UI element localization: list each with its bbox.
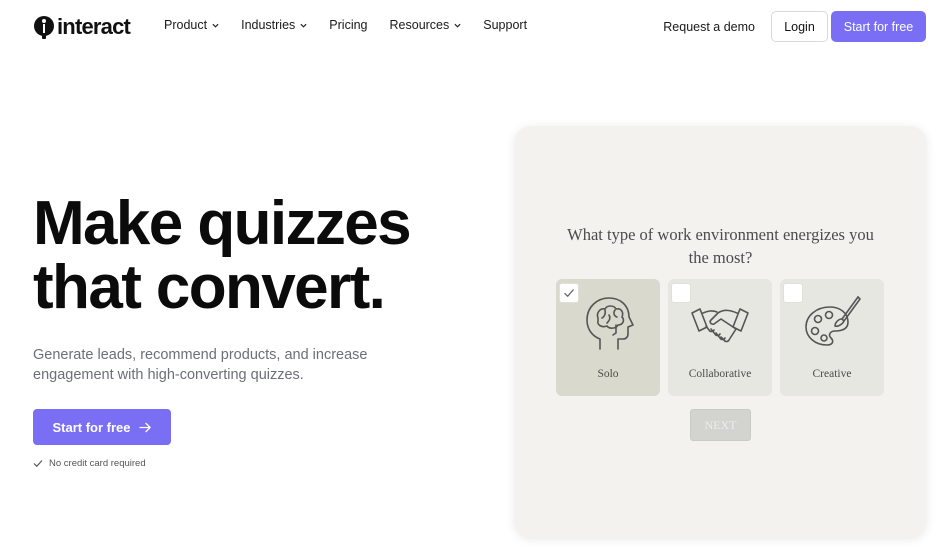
quiz-options: Solo Collaborative Creative (556, 279, 884, 396)
brain-head-icon (586, 297, 634, 350)
hero-headline: Make quizzes that convert. (33, 189, 412, 322)
hero-subtext: Generate leads, recommend products, and … (33, 347, 368, 383)
start-free-hero-button[interactable]: Start for free (33, 409, 171, 445)
logo-text: interact (57, 14, 131, 39)
option-checkbox[interactable] (783, 283, 803, 303)
option-label: Collaborative (688, 368, 752, 380)
menu-item-resources[interactable]: Resources (390, 18, 462, 32)
headline-line-2: that convert. (33, 253, 386, 322)
no-credit-card-text: No credit card required (49, 458, 146, 469)
arrow-right-icon (138, 422, 151, 432)
nav-actions: Request a demo Login Start for free (663, 11, 926, 42)
checkmark-icon (564, 289, 574, 298)
menu-item-support[interactable]: Support (483, 18, 527, 32)
handshake-icon (691, 308, 749, 343)
top-nav: interact Product Industries Pricing Reso… (0, 0, 952, 56)
quiz-preview-card: What type of work environment energizes … (515, 126, 926, 537)
option-checkbox[interactable] (671, 283, 691, 303)
option-checkbox[interactable] (559, 283, 579, 303)
quiz-option-solo[interactable]: Solo (556, 279, 660, 396)
option-label: Creative (812, 368, 852, 380)
logo[interactable]: interact (33, 14, 131, 40)
menu-item-label: Industries (241, 18, 296, 32)
menu-item-label: Product (164, 18, 208, 32)
no-credit-card-note: No credit card required (33, 458, 146, 469)
main-menu: Product Industries Pricing Resources Sup… (164, 18, 549, 32)
request-demo-link[interactable]: Request a demo (663, 20, 755, 34)
checkmark-icon (33, 460, 43, 468)
chevron-down-icon (454, 23, 461, 28)
start-free-nav-button[interactable]: Start for free (831, 11, 926, 42)
headline-line-1: Make quizzes (33, 189, 412, 258)
logo-mark-icon (34, 16, 54, 39)
palette-icon (805, 296, 861, 346)
login-button[interactable]: Login (771, 11, 828, 42)
menu-item-label: Pricing (329, 18, 368, 32)
menu-item-label: Support (483, 18, 528, 32)
menu-item-industries[interactable]: Industries (241, 18, 307, 32)
menu-item-label: Resources (389, 18, 450, 32)
hero-button-label: Start for free (52, 419, 131, 435)
chevron-down-icon (300, 23, 307, 28)
menu-item-pricing[interactable]: Pricing (329, 18, 367, 32)
quiz-question: What type of work environment energizes … (567, 225, 874, 267)
menu-item-product[interactable]: Product (164, 18, 219, 32)
option-label: Solo (597, 368, 619, 380)
chevron-down-icon (212, 23, 219, 28)
quiz-next-button[interactable]: NEXT (690, 409, 751, 441)
quiz-option-creative[interactable]: Creative (780, 279, 884, 396)
quiz-option-collaborative[interactable]: Collaborative (668, 279, 772, 396)
